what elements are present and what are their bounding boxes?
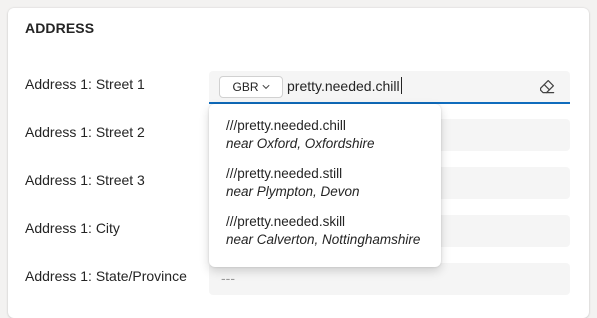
state-input[interactable]: ---	[209, 263, 570, 295]
suggestion-words: ///pretty.needed.chill	[226, 118, 346, 133]
eraser-icon[interactable]	[538, 78, 556, 96]
suggestion-item[interactable]: ///pretty.needed.still near Plympton, De…	[226, 165, 436, 201]
street1-value: pretty.needed.chill	[287, 77, 400, 94]
text-caret	[400, 77, 402, 94]
suggestions-dropdown: ///pretty.needed.chill near Oxford, Oxfo…	[209, 104, 441, 267]
suggestion-item[interactable]: ///pretty.needed.chill near Oxford, Oxfo…	[226, 117, 436, 153]
suggestion-words: ///pretty.needed.still	[226, 166, 343, 181]
street1-value-wrap: pretty.needed.chill	[287, 77, 402, 94]
country-code: GBR	[232, 80, 259, 94]
street1-label: Address 1: Street 1	[25, 76, 145, 92]
country-selector-button[interactable]: GBR	[219, 76, 283, 98]
suggestion-item[interactable]: ///pretty.needed.skill near Calverton, N…	[226, 213, 436, 249]
state-label: Address 1: State/Province	[25, 268, 187, 284]
suggestion-near: near Calverton, Nottinghamshire	[226, 232, 421, 247]
suggestion-words: ///pretty.needed.skill	[226, 214, 346, 229]
state-placeholder: ---	[221, 270, 235, 286]
street1-input[interactable]: GBR pretty.needed.chill	[209, 71, 570, 104]
section-title: ADDRESS	[25, 20, 95, 36]
city-label: Address 1: City	[25, 220, 120, 236]
chevron-down-icon	[261, 84, 270, 90]
street2-label: Address 1: Street 2	[25, 124, 145, 140]
suggestion-near: near Oxford, Oxfordshire	[226, 136, 375, 151]
suggestion-near: near Plympton, Devon	[226, 184, 360, 199]
address-card: ADDRESS Address 1: Street 1 Address 1: S…	[8, 8, 589, 318]
street3-label: Address 1: Street 3	[25, 172, 145, 188]
